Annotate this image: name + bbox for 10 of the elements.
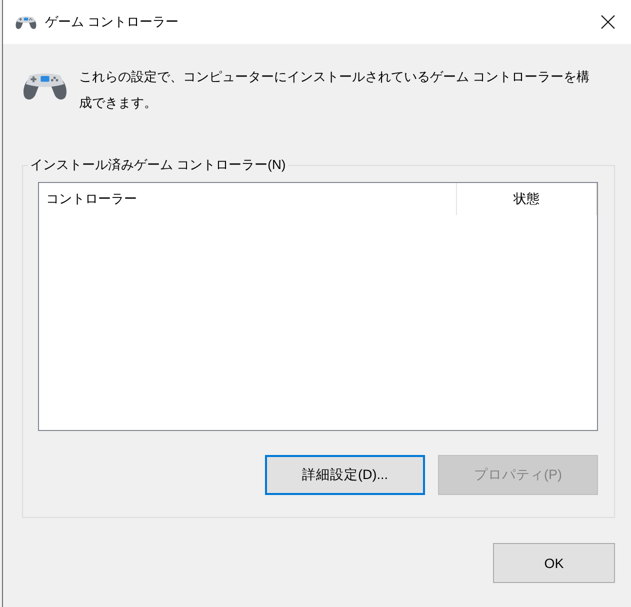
group-label: インストール済みゲーム コントローラー(N) xyxy=(29,156,287,174)
controller-list[interactable]: コントローラー 状態 xyxy=(38,182,598,431)
close-icon xyxy=(601,15,615,29)
description-text: これらの設定で、コンピューターにインストールされているゲーム コントローラーを構成できます。 xyxy=(79,68,591,112)
ok-button[interactable]: OK xyxy=(493,543,615,583)
advanced-settings-button[interactable]: 詳細設定(D)... xyxy=(265,455,425,495)
column-header[interactable]: コントローラー xyxy=(39,183,457,215)
gamepad-icon xyxy=(15,14,37,30)
column-header[interactable]: 状態 xyxy=(457,183,597,215)
window-title: ゲーム コントローラー xyxy=(45,13,179,31)
